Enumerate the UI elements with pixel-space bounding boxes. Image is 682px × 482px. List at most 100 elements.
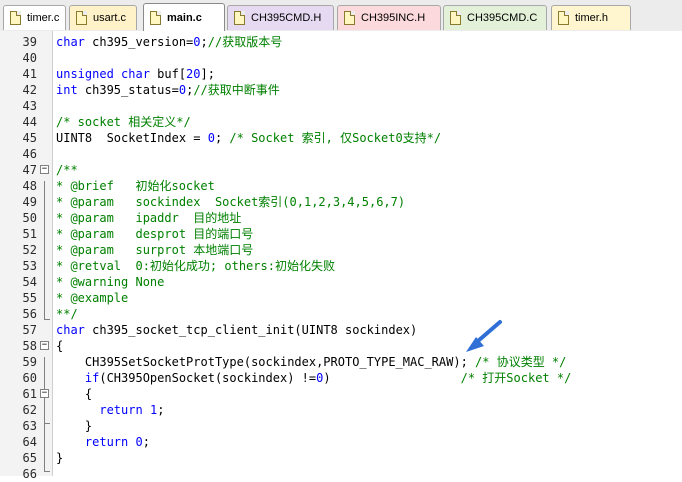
code-text: int ch395_status=0;//获取中断事件 [56,82,280,98]
code-token: ; [200,35,208,49]
code-editor[interactable]: 39 char ch395_version=0;//获取版本号 40 41 unsign… [0,31,682,481]
line-number: 51 [22,227,37,241]
line-number: 39 [22,35,37,49]
line-number: 60 [22,371,37,385]
code-line[interactable]: 42 int ch395_status=0;//获取中断事件 [0,82,682,98]
code-token: ch395_status= [77,83,179,97]
code-text: { [56,386,92,402]
code-line[interactable]: 39 char ch395_version=0;//获取版本号 [0,34,682,50]
code-token: buf[ [149,67,187,81]
code-text: char ch395_version=0;//获取版本号 [56,34,282,50]
code-line[interactable]: 52 * @param surprot 本地端口号 [0,242,682,258]
comment-token: /* 打开Socket */ [460,371,572,385]
comment-token: * @brief 初始化socket [56,179,215,193]
code-line[interactable]: 54 * @warning None [0,274,682,290]
line-number: 65 [22,451,37,465]
line-number: 58 [22,339,37,353]
code-text: } [56,418,92,434]
code-token: (CH395OpenSocket(sockindex) != [99,371,317,385]
line-number: 62 [22,403,37,417]
file-icon [344,11,355,25]
code-text: return 0; [56,434,150,450]
line-number: 45 [22,131,37,145]
file-icon [558,11,569,25]
number-token: 0 [193,35,201,49]
file-icon [10,11,21,25]
fold-toggle-comment-icon[interactable]: − [40,165,49,174]
code-text: * @example [56,290,128,306]
code-text: * @param sockindex Socket索引(0,1,2,3,4,5,… [56,194,405,210]
code-line[interactable]: 50 * @param ipaddr 目的地址 [0,210,682,226]
code-text: unsigned char buf[20]; [56,66,215,82]
code-token: { [56,387,93,401]
code-text: * @brief 初始化socket [56,178,215,194]
code-line[interactable]: 44 /* socket 相关定义*/ [0,114,682,130]
line-number: 66 [22,467,37,481]
comment-token: /** [56,163,78,177]
tab-bar: timer.c usart.c main.c CH395CMD.H CH395INC.H… [0,0,682,32]
tab-main-c[interactable]: main.c [143,3,225,31]
code-line[interactable]: 53 * @retval 0:初始化成功; others:初始化失败 [0,258,682,274]
code-token: ch395_socket_tcp_client_init(UINT8 socki… [84,323,418,337]
code-line[interactable]: 55 * @example [0,290,682,306]
tab-ch395inc-h[interactable]: CH395INC.H [337,5,441,30]
tab-timer-c[interactable]: timer.c [3,5,66,30]
comment-token: * @param ipaddr 目的地址 [56,211,242,225]
line-number: 59 [22,355,37,369]
code-line[interactable]: 45 UINT8 SocketIndex = 0; /* Socket 索引, 仅… [0,130,682,146]
code-line[interactable]: 40 [0,50,682,66]
line-number: 43 [22,99,37,113]
comment-token: * @example [56,291,129,305]
code-token: ]; [200,67,215,81]
tab-label: CH395CMD.C [467,12,538,24]
comment-token: /* Socket 索引, 仅Socket0支持*/ [229,131,442,145]
code-text: * @param ipaddr 目的地址 [56,210,241,226]
code-line[interactable]: 62 return 1; [0,402,682,418]
tab-usart-c[interactable]: usart.c [69,5,137,30]
code-line[interactable]: 57 char ch395_socket_tcp_client_init(UINT… [0,322,682,338]
code-line[interactable]: 51 * @param desprot 目的端口号 [0,226,682,242]
tab-timer-h[interactable]: timer.h [551,5,631,30]
code-text: CH395SetSocketProtType(sockindex,PROTO_T… [56,354,567,370]
comment-token: * @param desprot 目的端口号 [56,227,254,241]
code-line[interactable]: 65} [0,450,682,466]
code-token: ; [142,435,150,449]
line-number: 52 [22,243,37,257]
comment-token: //获取版本号 [207,35,283,49]
code-line[interactable]: 60 if(CH395OpenSocket(sockindex) !=0) /*… [0,370,682,386]
line-number: 53 [22,259,37,273]
code-line[interactable]: 48 * @brief 初始化socket [0,178,682,194]
code-line[interactable]: 61− { [0,386,682,402]
line-number: 64 [22,435,37,449]
code-line[interactable]: 56 **/ [0,306,682,322]
number-token: 0 [135,435,143,449]
code-line[interactable]: 43 [0,98,682,114]
tab-ch395cmd-c[interactable]: CH395CMD.C [443,5,547,30]
comment-token: * @retval 0:初始化成功; others:初始化失败 [56,259,335,273]
keyword-token: unsigned char [56,67,150,81]
comment-token: //获取中断事件 [193,83,280,97]
code-line[interactable]: 58−{ [0,338,682,354]
code-line[interactable]: 63 } [0,418,682,434]
code-line[interactable]: 66 [0,466,682,482]
code-text: * @retval 0:初始化成功; others:初始化失败 [56,258,335,274]
code-line[interactable]: 59 CH395SetSocketProtType(sockindex,PROT… [0,354,682,370]
keyword-token: return [84,435,129,449]
code-line[interactable]: 49 * @param sockindex Socket索引(0,1,2,3,4,… [0,194,682,210]
code-line[interactable]: 47−/** [0,162,682,178]
code-text: /** [56,162,78,178]
code-text: * @param desprot 目的端口号 [56,226,253,242]
code-line[interactable]: 46 [0,146,682,162]
code-text: **/ [56,306,78,322]
code-token: ch395_version= [84,35,194,49]
comment-token: * @warning None [56,275,165,289]
fold-toggle-if-block-icon[interactable]: − [40,389,49,398]
code-line[interactable]: 41 unsigned char buf[20]; [0,66,682,82]
tab-label: main.c [167,12,202,24]
fold-toggle-function-icon[interactable]: − [40,341,49,350]
code-line[interactable]: 64 return 0; [0,434,682,450]
tab-ch395cmd-h[interactable]: CH395CMD.H [227,5,334,30]
